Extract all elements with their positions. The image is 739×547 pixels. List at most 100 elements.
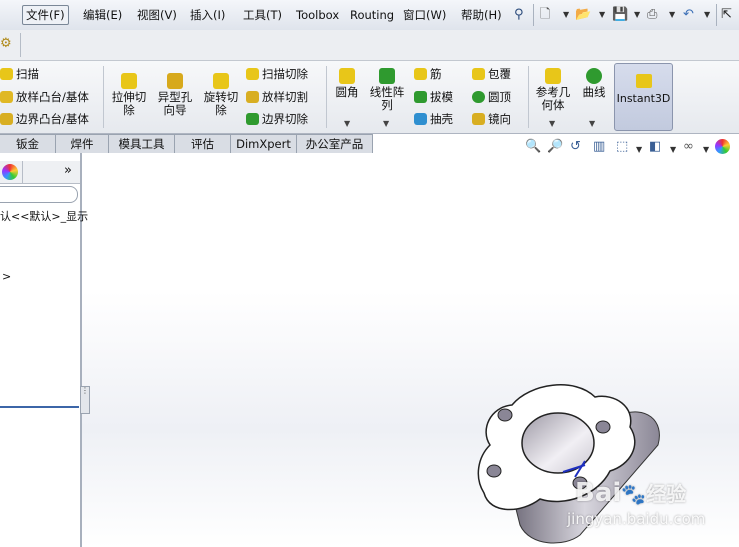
chevron-down-icon[interactable]: ▼ xyxy=(636,141,642,159)
reference-geometry-label: 参考几 何体 xyxy=(535,85,571,112)
tab-evaluate[interactable]: 评估 xyxy=(175,135,231,153)
panel-divider[interactable] xyxy=(0,406,79,408)
watermark-url: jingyan.baidu.com xyxy=(567,510,706,528)
pin-icon[interactable]: ⚲ xyxy=(514,6,524,24)
extruded-cut-button[interactable]: 拉伸切 除 xyxy=(107,73,151,117)
save-icon[interactable]: 💾 xyxy=(612,6,628,24)
menu-tools[interactable]: 工具(T) xyxy=(240,7,285,24)
ribbon-separator xyxy=(103,66,104,128)
sweep-button[interactable]: 扫描 xyxy=(0,67,39,81)
hole-wizard-button[interactable]: 异型孔 向导 xyxy=(153,73,197,117)
linear-pattern-button[interactable]: 线性阵 列 xyxy=(366,68,408,112)
strip-separator xyxy=(20,33,21,57)
wrap-label: 包覆 xyxy=(488,67,511,81)
zoom-area-icon[interactable]: 🔎 xyxy=(547,139,563,154)
menu-routing[interactable]: Routing xyxy=(347,7,397,24)
shell-button[interactable]: 抽壳 xyxy=(414,112,453,126)
menu-edit[interactable]: 编辑(E) xyxy=(80,7,125,24)
watermark-brand: Bai🐾经验 xyxy=(575,478,686,508)
draft-button[interactable]: 拔模 xyxy=(414,90,453,104)
mount-hole xyxy=(497,408,513,422)
wrap-button[interactable]: 包覆 xyxy=(472,67,511,81)
curves-button[interactable]: 曲线 xyxy=(578,68,610,99)
chevron-down-icon[interactable]: ▼ xyxy=(670,141,676,159)
menu-separator xyxy=(533,4,534,26)
select-cursor-icon[interactable]: ⇱ xyxy=(721,6,732,24)
previous-view-icon[interactable]: ↺ xyxy=(570,139,581,154)
appearance-icon[interactable] xyxy=(715,139,730,154)
revolved-cut-button[interactable]: 旋转切 除 xyxy=(199,73,243,117)
new-document-icon[interactable]: 🗋 xyxy=(540,6,550,24)
lofted-cut-button[interactable]: 放样切割 xyxy=(246,90,308,104)
boundary-cut-label: 边界切除 xyxy=(262,112,308,126)
open-folder-icon[interactable]: 📂 xyxy=(575,6,591,24)
menu-help[interactable]: 帮助(H) xyxy=(458,7,505,24)
rib-label: 筋 xyxy=(430,67,442,81)
chevron-down-icon[interactable]: ▼ xyxy=(704,6,710,24)
boundary-boss-button[interactable]: 边界凸台/基体 xyxy=(0,112,89,126)
hole-wizard-label: 异型孔 向导 xyxy=(157,90,193,117)
swept-cut-icon xyxy=(246,68,259,80)
tab-office-products[interactable]: 办公室产品 xyxy=(297,135,372,153)
mount-hole xyxy=(595,420,611,434)
tree-expand-arrow[interactable]: > xyxy=(2,270,11,283)
dome-button[interactable]: 圆顶 xyxy=(472,90,511,104)
extruded-cut-icon xyxy=(121,73,137,89)
expand-panel-icon[interactable]: » xyxy=(64,163,72,178)
loft-icon xyxy=(0,91,13,103)
print-icon[interactable]: ⎙ xyxy=(647,6,657,24)
zoom-to-fit-icon[interactable]: 🔍 xyxy=(525,139,541,154)
swept-cut-button[interactable]: 扫描切除 xyxy=(246,67,308,81)
display-style-icon[interactable]: ◧ xyxy=(649,139,661,154)
chevron-down-icon[interactable]: ▼ xyxy=(703,141,709,159)
configuration-label: 认<<默认>_显示 xyxy=(0,210,89,223)
rib-button[interactable]: 筋 xyxy=(414,67,442,81)
tab-sheet-metal[interactable]: 钣金 xyxy=(0,135,56,153)
section-view-icon[interactable]: ▥ xyxy=(593,139,605,154)
appearance-tab-icon[interactable] xyxy=(2,164,18,180)
paw-icon: 🐾 xyxy=(621,482,647,506)
menu-view[interactable]: 视图(V) xyxy=(134,7,180,24)
rib-icon xyxy=(414,68,427,80)
reference-geometry-button[interactable]: 参考几 何体 xyxy=(532,68,574,112)
tab-dimxpert[interactable]: DimXpert xyxy=(231,135,297,153)
tab-mold-tools[interactable]: 模具工具 xyxy=(109,135,175,153)
menu-toolbox[interactable]: Toolbox xyxy=(293,7,342,24)
chevron-down-icon[interactable]: ▼ xyxy=(383,119,389,128)
mirror-button[interactable]: 镜向 xyxy=(472,112,511,126)
boundary-cut-button[interactable]: 边界切除 xyxy=(246,112,308,126)
mount-hole xyxy=(486,464,502,478)
menu-file[interactable]: 文件(F) xyxy=(22,5,69,25)
fillet-icon xyxy=(339,68,355,84)
linear-pattern-label: 线性阵 列 xyxy=(369,85,405,112)
sweep-icon xyxy=(0,68,13,80)
chevron-down-icon[interactable]: ▼ xyxy=(563,6,569,24)
chevron-down-icon[interactable]: ▼ xyxy=(344,119,350,128)
view-orientation-icon[interactable]: ⬚ xyxy=(616,139,628,154)
extruded-cut-label: 拉伸切 除 xyxy=(111,90,147,117)
undo-icon[interactable]: ↶ xyxy=(683,6,694,24)
ribbon-separator xyxy=(326,66,327,128)
sketch-tool-icon[interactable]: ⚙ xyxy=(0,36,12,51)
chevron-down-icon[interactable]: ▼ xyxy=(589,119,595,128)
chevron-down-icon[interactable]: ▼ xyxy=(549,119,555,128)
fillet-button[interactable]: 圆角 xyxy=(330,68,364,99)
panel-tab-separator xyxy=(22,161,23,183)
watermark-brand-cn: 经验 xyxy=(646,482,687,506)
wrap-icon xyxy=(472,68,485,80)
chevron-down-icon[interactable]: ▼ xyxy=(669,6,675,24)
mirror-icon xyxy=(472,113,485,125)
menu-insert[interactable]: 插入(I) xyxy=(187,7,228,24)
hide-show-icon[interactable]: ∞ xyxy=(683,139,694,154)
draft-icon xyxy=(414,91,427,103)
menu-window[interactable]: 窗口(W) xyxy=(400,7,449,24)
loft-boss-button[interactable]: 放样凸台/基体 xyxy=(0,90,89,104)
chevron-down-icon[interactable]: ▼ xyxy=(634,6,640,24)
tab-weldments[interactable]: 焊件 xyxy=(56,135,109,153)
chevron-down-icon[interactable]: ▼ xyxy=(599,6,605,24)
feature-filter-input[interactable] xyxy=(0,186,78,203)
curves-label: 曲线 xyxy=(582,85,606,99)
draft-label: 拔模 xyxy=(430,90,453,104)
panel-collapse-handle[interactable]: ⋮ xyxy=(80,386,90,414)
instant3d-button[interactable]: Instant3D xyxy=(614,63,673,131)
